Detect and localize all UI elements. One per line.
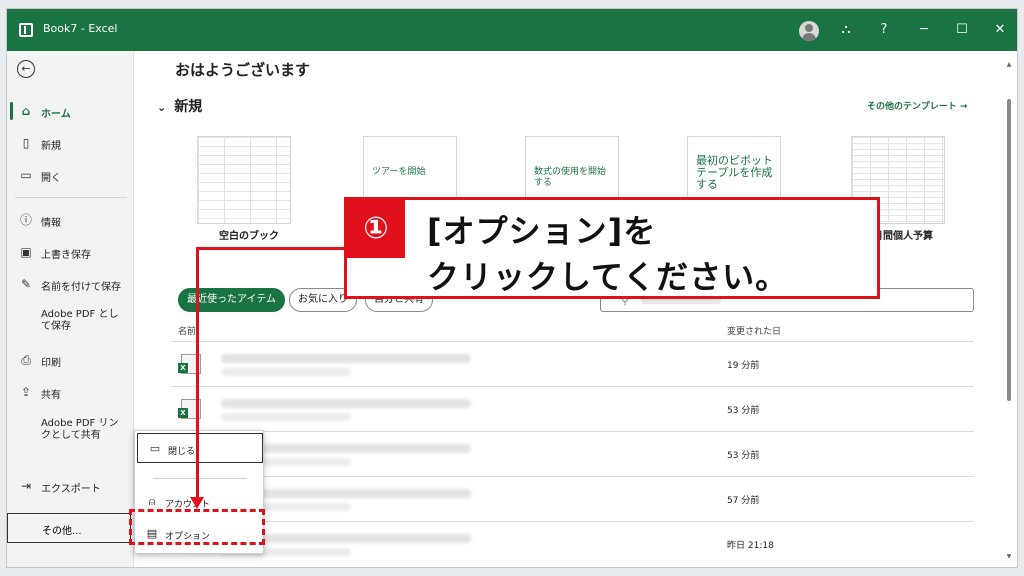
sidebar-item-label: 上書き保存 (41, 250, 91, 261)
sidebar-item-label: 情報 (41, 218, 61, 229)
modified-date: 53 分前 (727, 451, 760, 461)
annotation-arrow-horizontal (196, 247, 346, 250)
annotation-arrow-vertical (196, 249, 199, 499)
title-bar: Book7 - Excel ⛬ ? ─ ☐ ✕ (7, 9, 1017, 51)
new-file-icon: ▯ (22, 136, 30, 150)
column-header-name[interactable]: 名前 (178, 324, 196, 337)
more-templates-link[interactable]: その他のテンプレート → (867, 99, 967, 112)
template-inner-text: 数式の使用を開始する (534, 167, 607, 188)
sidebar-item-open[interactable]: ▭ 開く (7, 161, 134, 189)
sidebar-item-label: ホーム (41, 109, 71, 120)
sidebar-item-label: 共有 (41, 390, 61, 401)
share-icon: ⇪ (20, 385, 32, 399)
template-label: 月間個人予算 (873, 231, 933, 242)
sidebar-item-save[interactable]: ▣ 上書き保存 (7, 238, 134, 266)
sidebar-item-home[interactable]: ⌂ ホーム (7, 97, 134, 125)
annotation-callout: ① [オプション]を クリックしてください。 (344, 197, 880, 299)
chevron-down-icon: ⌄ (157, 101, 167, 114)
close-button[interactable]: ✕ (989, 19, 1011, 41)
step-number-badge: ① (347, 200, 405, 258)
modified-date: 昨日 21:18 (727, 541, 774, 551)
modified-date: 19 分前 (727, 361, 760, 371)
greeting-heading: おはようございます (175, 61, 311, 79)
sidebar-item-new[interactable]: ▯ 新規 (7, 129, 134, 157)
sidebar-item-label: 新規 (41, 141, 61, 152)
back-arrow-icon[interactable]: ← (17, 60, 35, 78)
table-row[interactable]: 53 分前 (171, 387, 974, 431)
sidebar-item-label: エクスポート (41, 484, 101, 495)
sidebar-item-share-adobe-pdf-link[interactable]: Adobe PDF リンクとして共有 (7, 414, 134, 442)
backstage-main: おはようございます ⌄ 新規 その他のテンプレート → 空白のブック ツアーを開始… (135, 51, 1017, 567)
minimize-button[interactable]: ─ (913, 19, 935, 41)
table-row[interactable]: 昨日 21:18 (171, 522, 974, 566)
new-section-label: 新規 (174, 99, 203, 115)
info-icon: ⓘ (19, 213, 32, 227)
sidebar-item-save-adobe-pdf[interactable]: Adobe PDF として保存 (7, 305, 134, 333)
excel-app-icon (19, 23, 33, 37)
scroll-up-arrow-icon[interactable]: ▲ (1006, 61, 1012, 68)
menu-divider (153, 478, 247, 479)
menu-item-close[interactable]: ▭ 閉じる (137, 433, 263, 463)
print-icon: ⎙ (21, 353, 31, 367)
window-title: Book7 - Excel (43, 22, 118, 35)
table-row[interactable]: 53 分前 (171, 432, 974, 476)
blank-sheet-grid (198, 137, 290, 223)
sidebar-item-label: 名前を付けて保存 (41, 282, 121, 293)
account-avatar-icon[interactable] (799, 21, 819, 41)
file-path-blurred (221, 368, 351, 376)
folder-open-icon: ▭ (20, 168, 32, 182)
template-inner-text: 最初のピボットテーブルを作成する (696, 154, 773, 191)
menu-item-label: 閉じる (168, 447, 196, 457)
backstage-sidebar: ← ⌂ ホーム ▯ 新規 ▭ 開く ⓘ 情報 ▣ 上書き保存 ✎ 名前を付けて保… (7, 51, 134, 567)
file-name-blurred (221, 354, 471, 363)
template-inner-text: ツアーを開始 (372, 167, 426, 177)
column-header-modified[interactable]: 変更された日 (727, 324, 781, 337)
sidebar-divider (15, 197, 127, 198)
sidebar-item-label: 印刷 (41, 358, 61, 369)
sidebar-item-share[interactable]: ⇪ 共有 (7, 378, 134, 406)
export-icon: ⇥ (20, 479, 32, 493)
home-icon: ⌂ (21, 104, 31, 118)
callout-line-2: クリックしてください。 (427, 258, 789, 296)
scroll-down-arrow-icon[interactable]: ▼ (1006, 553, 1012, 560)
scroll-thumb[interactable] (1007, 99, 1011, 401)
sidebar-item-export[interactable]: ⇥ エクスポート (7, 472, 134, 500)
file-name-blurred (221, 399, 471, 408)
more-button[interactable]: その他... (7, 513, 131, 543)
callout-line-1: [オプション]を (427, 212, 657, 250)
vertical-scrollbar[interactable]: ▲ ▼ (1006, 61, 1012, 561)
coauthoring-icon[interactable]: ⛬ (835, 19, 857, 41)
sidebar-item-label: 開く (41, 173, 61, 184)
sidebar-item-save-as[interactable]: ✎ 名前を付けて保存 (7, 270, 134, 298)
table-row[interactable]: 57 分前 (171, 477, 974, 521)
sidebar-item-label: Adobe PDF として保存 (41, 309, 119, 332)
sidebar-item-info[interactable]: ⓘ 情報 (7, 206, 134, 234)
template-label: 空白のブック (219, 231, 279, 242)
more-button-label: その他... (42, 526, 82, 537)
template-blank-workbook[interactable] (197, 136, 291, 224)
save-icon: ▣ (20, 245, 32, 259)
modified-date: 57 分前 (727, 496, 760, 506)
account-icon: ⍝ (148, 495, 156, 508)
modified-date: 53 分前 (727, 406, 760, 416)
new-section-heading[interactable]: ⌄ 新規 (157, 96, 202, 116)
folder-close-icon: ▭ (149, 442, 161, 455)
tab-recent[interactable]: 最近使ったアイテム (178, 288, 285, 312)
annotation-arrow-head (190, 497, 204, 509)
file-path-blurred (221, 413, 351, 421)
sidebar-item-label: Adobe PDF リンクとして共有 (41, 418, 119, 441)
save-as-icon: ✎ (20, 277, 32, 291)
excel-window: Book7 - Excel ⛬ ? ─ ☐ ✕ ← ⌂ ホーム ▯ 新規 ▭ 開… (6, 8, 1018, 568)
maximize-button[interactable]: ☐ (951, 19, 973, 41)
sidebar-item-print[interactable]: ⎙ 印刷 (7, 346, 134, 374)
help-button[interactable]: ? (873, 19, 895, 41)
table-row[interactable]: 19 分前 (171, 342, 974, 386)
annotation-highlight-options (129, 509, 265, 545)
